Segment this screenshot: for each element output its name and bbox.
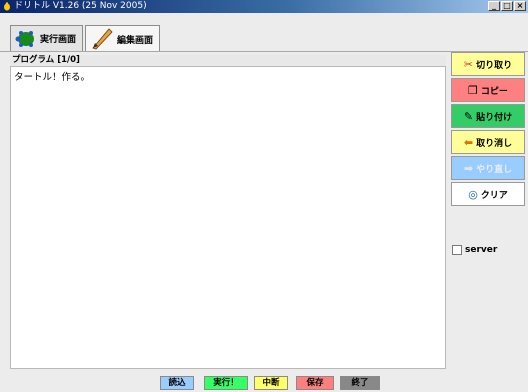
server-option[interactable]: server: [452, 245, 497, 255]
load-button[interactable]: 読込: [160, 376, 194, 390]
window-title: ドリトル V1.26 (25 Nov 2005): [14, 1, 147, 11]
redo-arrow-icon: ➡: [463, 161, 474, 175]
program-editor[interactable]: タートル！作る。: [10, 66, 446, 369]
redo-button[interactable]: ➡ やり直し: [451, 156, 525, 180]
tab-run-label: 実行画面: [40, 35, 77, 45]
turtle-icon: [15, 30, 34, 47]
title-bar: ドリトル V1.26 (25 Nov 2005) _ □ ×: [0, 0, 528, 13]
cut-button[interactable]: ✂ 切り取り: [451, 52, 525, 76]
copy-button[interactable]: ❐ コピー: [451, 78, 525, 102]
scissors-icon: ✂: [463, 57, 474, 71]
exit-button[interactable]: 終了: [340, 376, 380, 390]
turtle-app-icon: [4, 2, 10, 11]
tab-run-screen[interactable]: 実行画面: [10, 25, 84, 51]
stop-button[interactable]: 中断: [254, 376, 288, 390]
maximize-button[interactable]: □: [501, 1, 513, 11]
paste-icon: ✎: [463, 109, 474, 123]
copy-icon: ❐: [468, 83, 478, 97]
clear-icon: ◎: [468, 187, 478, 201]
undo-arrow-icon: ⬅: [463, 135, 474, 149]
close-button[interactable]: ×: [514, 1, 526, 11]
undo-button[interactable]: ⬅ 取り消し: [451, 130, 525, 154]
save-button[interactable]: 保存: [296, 376, 334, 390]
tab-edit-label: 編集画面: [117, 35, 154, 46]
run-button[interactable]: 実行！: [204, 376, 248, 390]
paste-button[interactable]: ✎ 貼り付け: [451, 104, 525, 128]
program-text[interactable]: タートル！作る。: [14, 69, 90, 83]
bottom-toolbar: 読込 実行！ 中断 保存 終了: [0, 374, 528, 392]
tab-edit-screen[interactable]: 編集画面: [85, 25, 161, 52]
minimize-button[interactable]: _: [488, 1, 500, 11]
clear-button[interactable]: ◎ クリア: [451, 182, 525, 206]
server-checkbox[interactable]: [452, 245, 462, 255]
tab-divider: [0, 51, 528, 52]
program-label: プログラム [1/0]: [10, 55, 446, 66]
pencil-icon: [92, 28, 113, 50]
server-label: server: [465, 245, 498, 255]
